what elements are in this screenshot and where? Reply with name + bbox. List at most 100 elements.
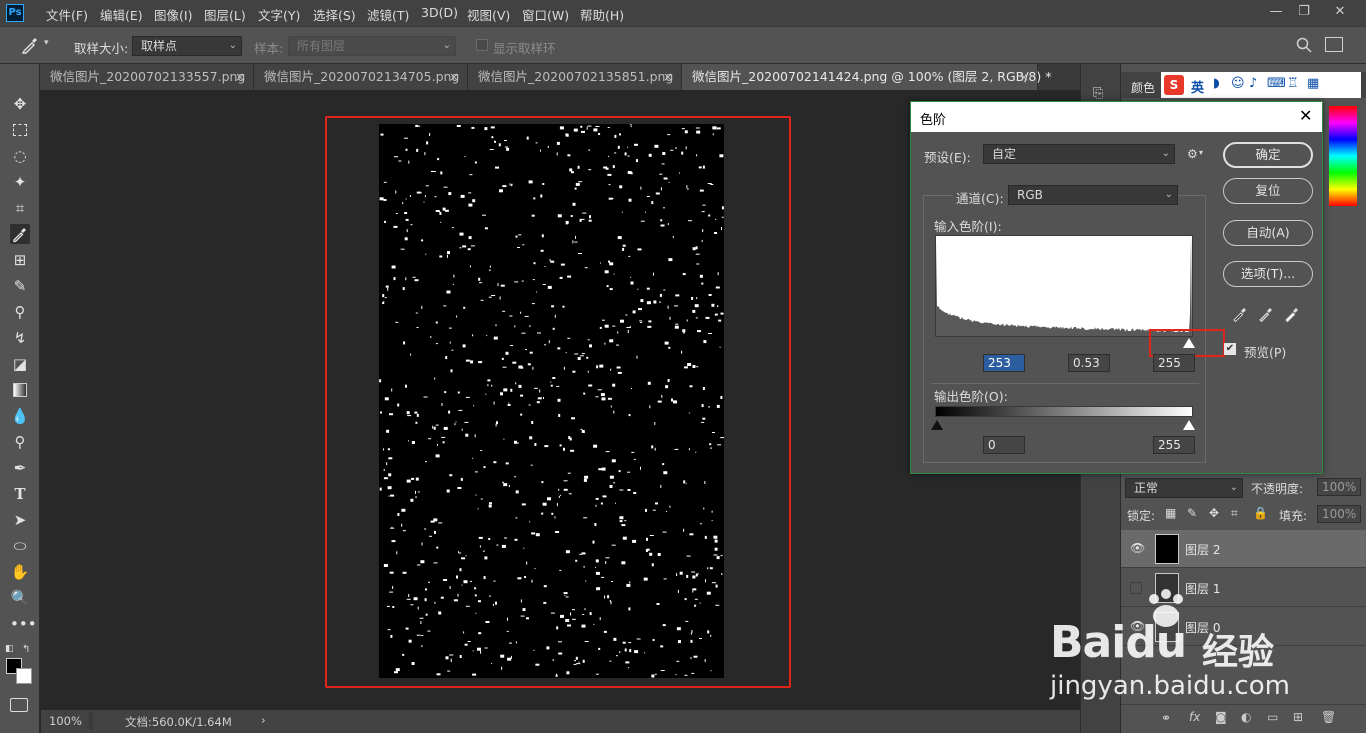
close-icon[interactable]: × xyxy=(449,64,459,90)
keyboard-icon[interactable]: ⌨ xyxy=(1267,76,1286,91)
eyedropper-tool-icon[interactable] xyxy=(10,224,30,244)
close-icon[interactable]: ✕ xyxy=(1326,3,1354,21)
pen-tool-icon[interactable]: ✒ xyxy=(10,458,30,478)
close-icon[interactable]: ✕ xyxy=(1299,106,1312,125)
close-icon[interactable]: × xyxy=(235,64,245,90)
chevron-down-icon[interactable]: ▾ xyxy=(44,38,49,48)
eraser-tool-icon[interactable]: ◪ xyxy=(10,354,30,374)
moon-icon[interactable]: ◗ xyxy=(1213,76,1220,91)
tab-color[interactable]: 颜色 xyxy=(1131,79,1155,96)
white-input-slider[interactable] xyxy=(1183,338,1195,348)
history-panel-icon[interactable]: ⎘ xyxy=(1093,86,1109,102)
more-tools-icon[interactable]: ••• xyxy=(10,614,37,634)
menu-type[interactable]: 文字(Y) xyxy=(258,5,300,24)
menu-help[interactable]: 帮助(H) xyxy=(580,5,624,24)
crop-tool-icon[interactable]: ⌗ xyxy=(10,198,30,218)
opacity-input[interactable]: 100% xyxy=(1317,478,1361,496)
input-gamma-field[interactable]: 0.53 xyxy=(1068,354,1110,372)
minimize-icon[interactable]: — xyxy=(1262,3,1290,21)
menu-filter[interactable]: 滤镜(T) xyxy=(367,5,409,24)
preset-select[interactable]: 自定 ⌄ xyxy=(983,144,1175,164)
lock-position-icon[interactable]: ✥ xyxy=(1209,506,1219,520)
input-black-field[interactable]: 253 xyxy=(983,354,1025,372)
tab-document-2[interactable]: 微信图片_20200702134705.png × xyxy=(254,64,468,90)
grid-menu-icon[interactable]: ▦ xyxy=(1307,76,1319,91)
output-white-field[interactable]: 255 xyxy=(1153,436,1195,454)
link-layers-icon[interactable]: ⚭ xyxy=(1161,711,1171,725)
sample-size-select[interactable]: 取样点 ⌄ xyxy=(132,36,242,56)
adjustment-icon[interactable]: ◐ xyxy=(1241,710,1251,724)
output-black-field[interactable]: 0 xyxy=(983,436,1025,454)
menu-3d[interactable]: 3D(D) xyxy=(421,5,458,20)
trash-icon[interactable]: 🗑 xyxy=(1321,710,1336,724)
show-ring-checkbox[interactable] xyxy=(476,39,488,51)
background-color-swatch[interactable] xyxy=(16,668,32,684)
chevron-down-icon[interactable]: ▾ xyxy=(1199,148,1203,157)
brush-tool-icon[interactable]: ✎ xyxy=(10,276,30,296)
tab-document-1[interactable]: 微信图片_20200702133557.png × xyxy=(40,64,254,90)
lock-paint-icon[interactable]: ✎ xyxy=(1187,506,1197,520)
sogou-icon[interactable]: S xyxy=(1164,75,1184,95)
color-spectrum[interactable] xyxy=(1329,106,1357,206)
fill-input[interactable]: 100% xyxy=(1317,505,1361,523)
reset-button[interactable]: 复位 xyxy=(1223,178,1313,204)
auto-button[interactable]: 自动(A) xyxy=(1223,220,1313,246)
blend-mode-select[interactable]: 正常 ⌄ xyxy=(1125,478,1243,498)
swap-colors-icon[interactable]: ↰ xyxy=(22,644,30,655)
menu-view[interactable]: 视图(V) xyxy=(467,5,510,24)
emoji-icon[interactable]: ☺ xyxy=(1231,76,1245,91)
ime-lang[interactable]: 英 xyxy=(1191,77,1204,96)
lasso-tool-icon[interactable]: ◌ xyxy=(10,146,30,166)
black-output-slider[interactable] xyxy=(931,420,943,430)
hand-tool-icon[interactable]: ✋ xyxy=(10,562,30,582)
preview-checkbox[interactable]: ✔ xyxy=(1224,343,1236,355)
blur-tool-icon[interactable]: 💧 xyxy=(10,406,30,426)
close-icon[interactable]: × xyxy=(663,64,673,90)
default-colors-icon[interactable]: ◧ xyxy=(5,644,14,654)
tshirt-icon[interactable]: ♖ xyxy=(1287,76,1299,91)
menu-window[interactable]: 窗口(W) xyxy=(522,5,569,24)
restore-icon[interactable]: ❐ xyxy=(1290,3,1318,21)
move-tool-icon[interactable]: ✥ xyxy=(10,94,30,114)
zoom-level[interactable]: 100% xyxy=(49,714,82,728)
dodge-tool-icon[interactable]: ⚲ xyxy=(10,432,30,452)
menu-file[interactable]: 文件(F) xyxy=(46,5,88,24)
gradient-tool-icon[interactable] xyxy=(10,380,30,400)
menu-select[interactable]: 选择(S) xyxy=(313,5,356,24)
input-white-field[interactable]: 255 xyxy=(1153,354,1195,372)
ellipse-tool-icon[interactable]: ⬭ xyxy=(10,536,30,556)
chevron-right-icon[interactable]: › xyxy=(261,713,266,727)
tab-document-3[interactable]: 微信图片_20200702135851.png × xyxy=(468,64,682,90)
lock-all-icon[interactable]: 🔒 xyxy=(1253,506,1268,520)
type-tool-icon[interactable]: T xyxy=(10,484,30,504)
white-output-slider[interactable] xyxy=(1183,420,1195,430)
sample-select[interactable]: 所有图层 ⌄ xyxy=(288,36,456,56)
history-brush-tool-icon[interactable]: ↯ xyxy=(10,328,30,348)
mask-icon[interactable]: ◙ xyxy=(1215,710,1227,724)
options-button[interactable]: 选项(T)... xyxy=(1223,261,1313,287)
ok-button[interactable]: 确定 xyxy=(1223,142,1313,168)
search-icon[interactable] xyxy=(1295,36,1313,54)
zoom-tool-icon[interactable]: 🔍 xyxy=(10,588,30,608)
menu-edit[interactable]: 编辑(E) xyxy=(100,5,143,24)
lock-pixels-icon[interactable]: ▦ xyxy=(1165,506,1176,520)
layer-row[interactable]: 👁 图层 2 xyxy=(1121,530,1366,568)
tab-document-4[interactable]: 微信图片_20200702141424.png @ 100% (图层 2, RG… xyxy=(682,64,1051,90)
new-layer-icon[interactable]: ⊞ xyxy=(1293,710,1303,724)
group-icon[interactable]: ▭ xyxy=(1267,710,1278,724)
close-icon[interactable]: × xyxy=(1019,64,1029,90)
eye-icon[interactable]: 👁 xyxy=(1130,541,1145,555)
channel-select[interactable]: RGB ⌄ xyxy=(1008,185,1178,205)
menu-layer[interactable]: 图层(L) xyxy=(204,5,246,24)
gear-icon[interactable]: ⚙ xyxy=(1187,147,1198,161)
fx-icon[interactable]: fx xyxy=(1189,710,1200,724)
quick-mask-icon[interactable] xyxy=(10,698,28,712)
black-eyedropper-icon[interactable] xyxy=(1231,305,1249,326)
workspace-icon[interactable] xyxy=(1325,37,1343,52)
eyedropper-preset-icon[interactable] xyxy=(20,36,40,54)
mic-icon[interactable]: ♪ xyxy=(1249,76,1257,91)
magic-wand-tool-icon[interactable]: ✦ xyxy=(10,172,30,192)
gray-eyedropper-icon[interactable] xyxy=(1257,305,1275,326)
menu-image[interactable]: 图像(I) xyxy=(154,5,192,24)
healing-brush-tool-icon[interactable]: ⊞ xyxy=(10,250,30,270)
